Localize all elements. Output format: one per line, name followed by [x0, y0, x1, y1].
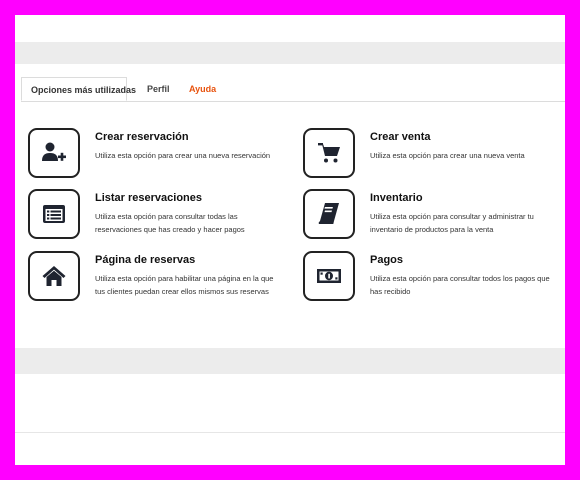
option-title: Página de reservas	[95, 254, 196, 266]
option-title: Listar reservaciones	[95, 192, 203, 204]
option-inventario[interactable]: Inventario Utiliza esta opción para cons…	[303, 189, 553, 249]
list-icon	[28, 189, 80, 239]
tab-opciones[interactable]: Opciones más utilizadas	[21, 77, 136, 101]
option-description: Utiliza esta opción para consultar todos…	[370, 274, 550, 296]
option-title: Crear venta	[370, 131, 431, 143]
option-description: Utiliza esta opción para habilitar una p…	[95, 274, 274, 296]
option-crear-reservacion[interactable]: Crear reservación Utiliza esta opción pa…	[28, 128, 278, 188]
option-description: Utiliza esta opción para consultar todas…	[95, 212, 245, 234]
option-pagos[interactable]: Pagos Utiliza esta opción para consultar…	[303, 251, 553, 311]
option-pagina-de-reservas[interactable]: Página de reservas Utiliza esta opción p…	[28, 251, 278, 311]
footer-divider	[15, 432, 565, 433]
shopping-cart-icon	[303, 128, 355, 178]
tab-bar: Opciones más utilizadas Perfil Ayuda	[21, 77, 565, 102]
money-bill-icon	[303, 251, 355, 301]
option-title: Crear reservación	[95, 131, 189, 143]
option-description: Utiliza esta opción para crear una nueva…	[95, 151, 271, 160]
top-band	[15, 42, 565, 64]
option-title: Pagos	[370, 254, 404, 266]
book-icon	[303, 189, 355, 239]
option-listar-reservaciones[interactable]: Listar reservaciones Utiliza esta opción…	[28, 189, 278, 249]
add-user-icon	[28, 128, 80, 178]
tab-perfil[interactable]: Perfil	[147, 77, 170, 101]
tab-ayuda[interactable]: Ayuda	[189, 77, 216, 101]
option-title: Inventario	[370, 192, 423, 204]
bottom-band	[15, 348, 565, 374]
option-crear-venta[interactable]: Crear venta Utiliza esta opción para cre…	[303, 128, 553, 188]
home-icon	[28, 251, 80, 301]
page-frame: Opciones más utilizadas Perfil Ayuda Cre…	[15, 15, 565, 465]
option-description: Utiliza esta opción para crear una nueva…	[370, 151, 525, 160]
option-description: Utiliza esta opción para consultar y adm…	[370, 212, 534, 234]
